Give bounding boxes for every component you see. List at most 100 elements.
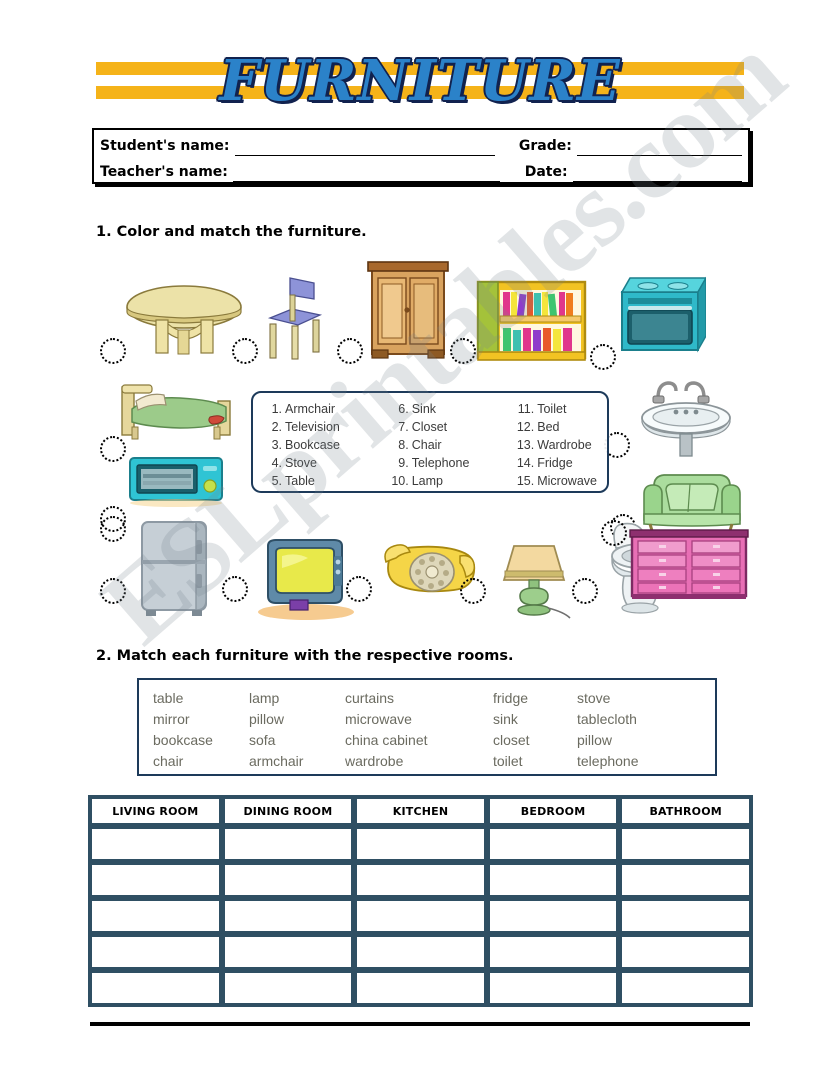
word-bank-item: stove	[577, 690, 611, 706]
word-label: Microwave	[537, 474, 597, 488]
word-number: 5.	[271, 474, 282, 488]
word-bank-item: table	[153, 690, 184, 706]
blank-circle-stove[interactable]	[590, 344, 616, 370]
word-number: 10.	[391, 474, 409, 488]
answer-cell[interactable]	[355, 827, 486, 861]
word-label: Wardrobe	[537, 438, 592, 452]
answer-cell[interactable]	[90, 971, 221, 1005]
grade-input[interactable]	[576, 139, 742, 156]
rooms-answer-table: LIVING ROOM DINING ROOM KITCHEN BEDROOM …	[88, 795, 753, 1007]
word-bank-item: lamp	[249, 690, 280, 706]
word-label: Closet	[411, 420, 448, 434]
word-label: Armchair	[285, 402, 336, 416]
word-list-item: 8. Chair	[390, 436, 470, 454]
word-number: 7.	[398, 420, 409, 434]
word-list-item: 4. Stove	[263, 454, 340, 472]
table-row	[90, 971, 751, 1005]
answer-cell[interactable]	[222, 971, 354, 1005]
table-row	[90, 935, 751, 969]
blank-circle-lamp[interactable]	[460, 578, 486, 604]
word-list-column-3: 11. Toilet 12. Bed 13. Wardrobe 14. Fridge 1…	[515, 400, 597, 491]
answer-cell[interactable]	[620, 935, 751, 969]
date-label: Date:	[524, 164, 568, 180]
word-bank-item: china cabinet	[345, 732, 428, 748]
word-list-column-1: 1. Armchair 2. Television 3. Bookcase 4. Sto…	[263, 400, 340, 491]
blank-circle-table[interactable]	[100, 338, 126, 364]
answer-cell[interactable]	[90, 863, 221, 897]
blank-circle-television[interactable]	[222, 576, 248, 602]
answer-cell[interactable]	[620, 899, 751, 933]
word-bank-item: tablecloth	[577, 711, 637, 727]
footer-divider	[90, 1022, 750, 1026]
word-number: 13.	[516, 438, 535, 452]
grade-label: Grade:	[518, 138, 572, 154]
title-banner: FURNITURE	[96, 47, 744, 116]
answer-cell[interactable]	[355, 935, 486, 969]
blank-circle-telephone[interactable]	[346, 576, 372, 602]
word-list-item: 13. Wardrobe	[515, 436, 597, 454]
answer-cell[interactable]	[487, 935, 619, 969]
answer-cell[interactable]	[222, 827, 354, 861]
answer-cell[interactable]	[487, 863, 619, 897]
answer-cell[interactable]	[355, 863, 486, 897]
microwave-image	[129, 457, 223, 507]
date-input[interactable]	[572, 165, 742, 182]
teacher-name-row: Teacher's name: Date:	[94, 156, 748, 182]
table-row	[90, 899, 751, 933]
blank-circle-fridge[interactable]	[100, 516, 126, 542]
blank-circle-bed[interactable]	[100, 436, 126, 462]
word-list-item: 3. Bookcase	[263, 436, 340, 454]
table-header-living-room: LIVING ROOM	[90, 797, 221, 825]
bookcase-image	[476, 280, 587, 361]
blank-circle-toilet[interactable]	[572, 578, 598, 604]
blank-circle-chair[interactable]	[232, 338, 258, 364]
word-bank-item: pillow	[577, 732, 613, 748]
word-bank-item: wardrobe	[345, 753, 404, 769]
word-list-item: 6. Sink	[390, 400, 470, 418]
answer-cell[interactable]	[487, 827, 619, 861]
room-word-bank: table mirror bookcase chair lamp pillow …	[137, 678, 717, 776]
word-number: 6.	[398, 402, 409, 416]
blank-circle-bookcase[interactable]	[450, 338, 476, 364]
word-number: 2.	[271, 420, 282, 434]
word-bank-column-4: fridge sink closet toilet	[493, 688, 577, 774]
word-label: Television	[285, 420, 340, 434]
answer-cell[interactable]	[355, 899, 486, 933]
word-label: Bed	[537, 420, 560, 434]
page-title: FURNITURE	[218, 47, 621, 116]
answer-cell[interactable]	[90, 827, 221, 861]
answer-cell[interactable]	[487, 971, 619, 1005]
word-bank-item: sofa	[249, 732, 276, 748]
blank-circle-fridge-lower[interactable]	[100, 578, 126, 604]
word-label: Stove	[285, 456, 317, 470]
table-row	[90, 827, 751, 861]
word-bank-item: mirror	[153, 711, 190, 727]
word-bank-item: fridge	[493, 690, 529, 706]
blank-circle-wardrobe[interactable]	[337, 338, 363, 364]
word-list-item: 2. Television	[263, 418, 340, 436]
answer-cell[interactable]	[90, 899, 221, 933]
word-label: Toilet	[537, 402, 567, 416]
answer-cell[interactable]	[90, 935, 221, 969]
answer-cell[interactable]	[620, 971, 751, 1005]
answer-cell[interactable]	[222, 863, 354, 897]
sink-image	[641, 381, 731, 457]
answer-cell[interactable]	[222, 935, 354, 969]
answer-cell[interactable]	[620, 827, 751, 861]
word-bank-item: bookcase	[153, 732, 213, 748]
wardrobe-image	[367, 261, 449, 359]
table-header-kitchen: KITCHEN	[355, 797, 486, 825]
word-label: Lamp	[411, 474, 443, 488]
dresser-image	[629, 529, 749, 599]
word-list-item: 11. Toilet	[515, 400, 597, 418]
blank-circle-dresser[interactable]	[601, 520, 627, 546]
answer-cell[interactable]	[355, 971, 486, 1005]
answer-cell[interactable]	[487, 899, 619, 933]
table-header-bedroom: BEDROOM	[487, 797, 619, 825]
word-bank-item: telephone	[577, 753, 639, 769]
answer-cell[interactable]	[620, 863, 751, 897]
answer-cell[interactable]	[222, 899, 354, 933]
student-name-input[interactable]	[234, 139, 496, 156]
teacher-name-input[interactable]	[232, 165, 501, 182]
word-bank-item: sink	[493, 711, 518, 727]
